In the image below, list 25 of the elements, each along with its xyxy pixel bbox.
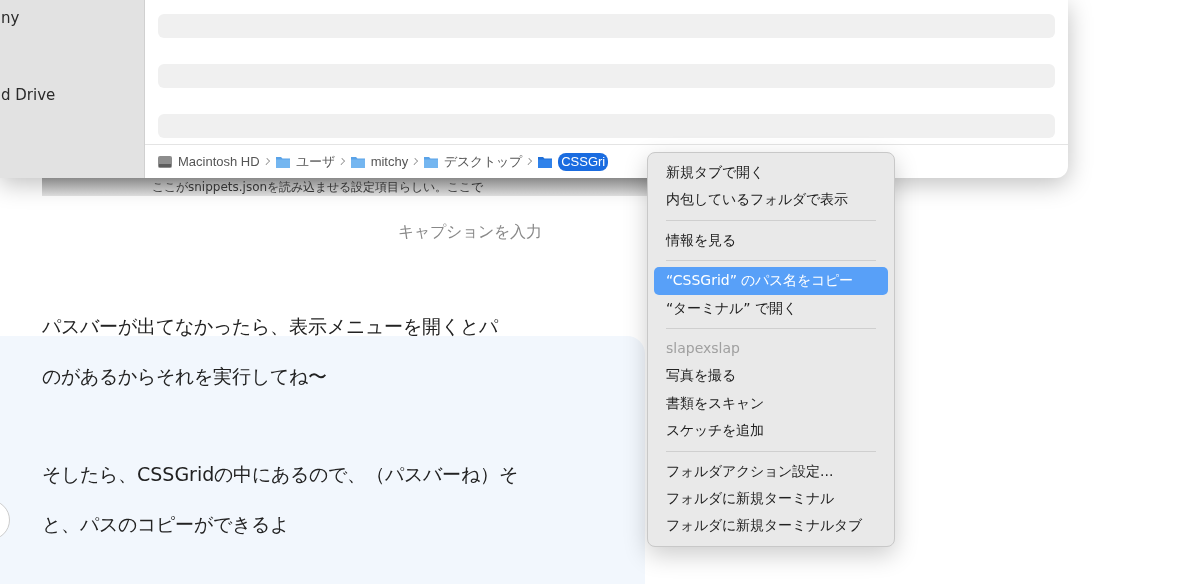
folder-icon bbox=[274, 154, 291, 169]
menu-item[interactable]: フォルダに新規ターミナル bbox=[654, 485, 888, 513]
menu-item[interactable]: 情報を見る bbox=[654, 226, 888, 255]
path-item[interactable]: Macintosh HD bbox=[178, 152, 260, 171]
path-item[interactable]: CSSGri bbox=[558, 152, 609, 171]
path-item[interactable]: mitchy bbox=[370, 152, 409, 171]
menu-item[interactable]: フォルダに新規ターミナルタブ bbox=[654, 512, 888, 540]
folder-icon bbox=[349, 154, 366, 169]
caption-field[interactable]: キャプションを入力 bbox=[398, 222, 542, 241]
folder-icon bbox=[537, 154, 554, 169]
menu-item[interactable]: スケッチを追加 bbox=[654, 417, 888, 445]
body-text: のがあるからそれを実行してね〜 bbox=[42, 364, 327, 389]
menu-header: slapexslap bbox=[665, 339, 741, 359]
menu-item[interactable]: 書類をスキャン bbox=[654, 389, 888, 418]
sidebar-item[interactable]: ny bbox=[1, 7, 144, 29]
menu-item[interactable]: フォルダアクション設定... bbox=[654, 457, 888, 486]
folder-icon bbox=[423, 154, 440, 169]
body-text: パスバーが出てなかったら、表示メニューを開くとパ bbox=[42, 314, 498, 339]
body-text: そしたら、CSSGridの中にあるので、（パスバーね）そ bbox=[42, 462, 519, 487]
body-text: と、パスのコピーができるよ bbox=[42, 512, 289, 537]
path-item[interactable]: ユーザ bbox=[295, 152, 335, 171]
menu-item[interactable]: “ターミナル” で開く bbox=[654, 294, 888, 323]
sidebar-item[interactable]: d Drive bbox=[1, 84, 144, 106]
path-item[interactable]: デスクトップ bbox=[444, 152, 523, 171]
menu-item[interactable]: 写真を撮る bbox=[654, 362, 888, 390]
